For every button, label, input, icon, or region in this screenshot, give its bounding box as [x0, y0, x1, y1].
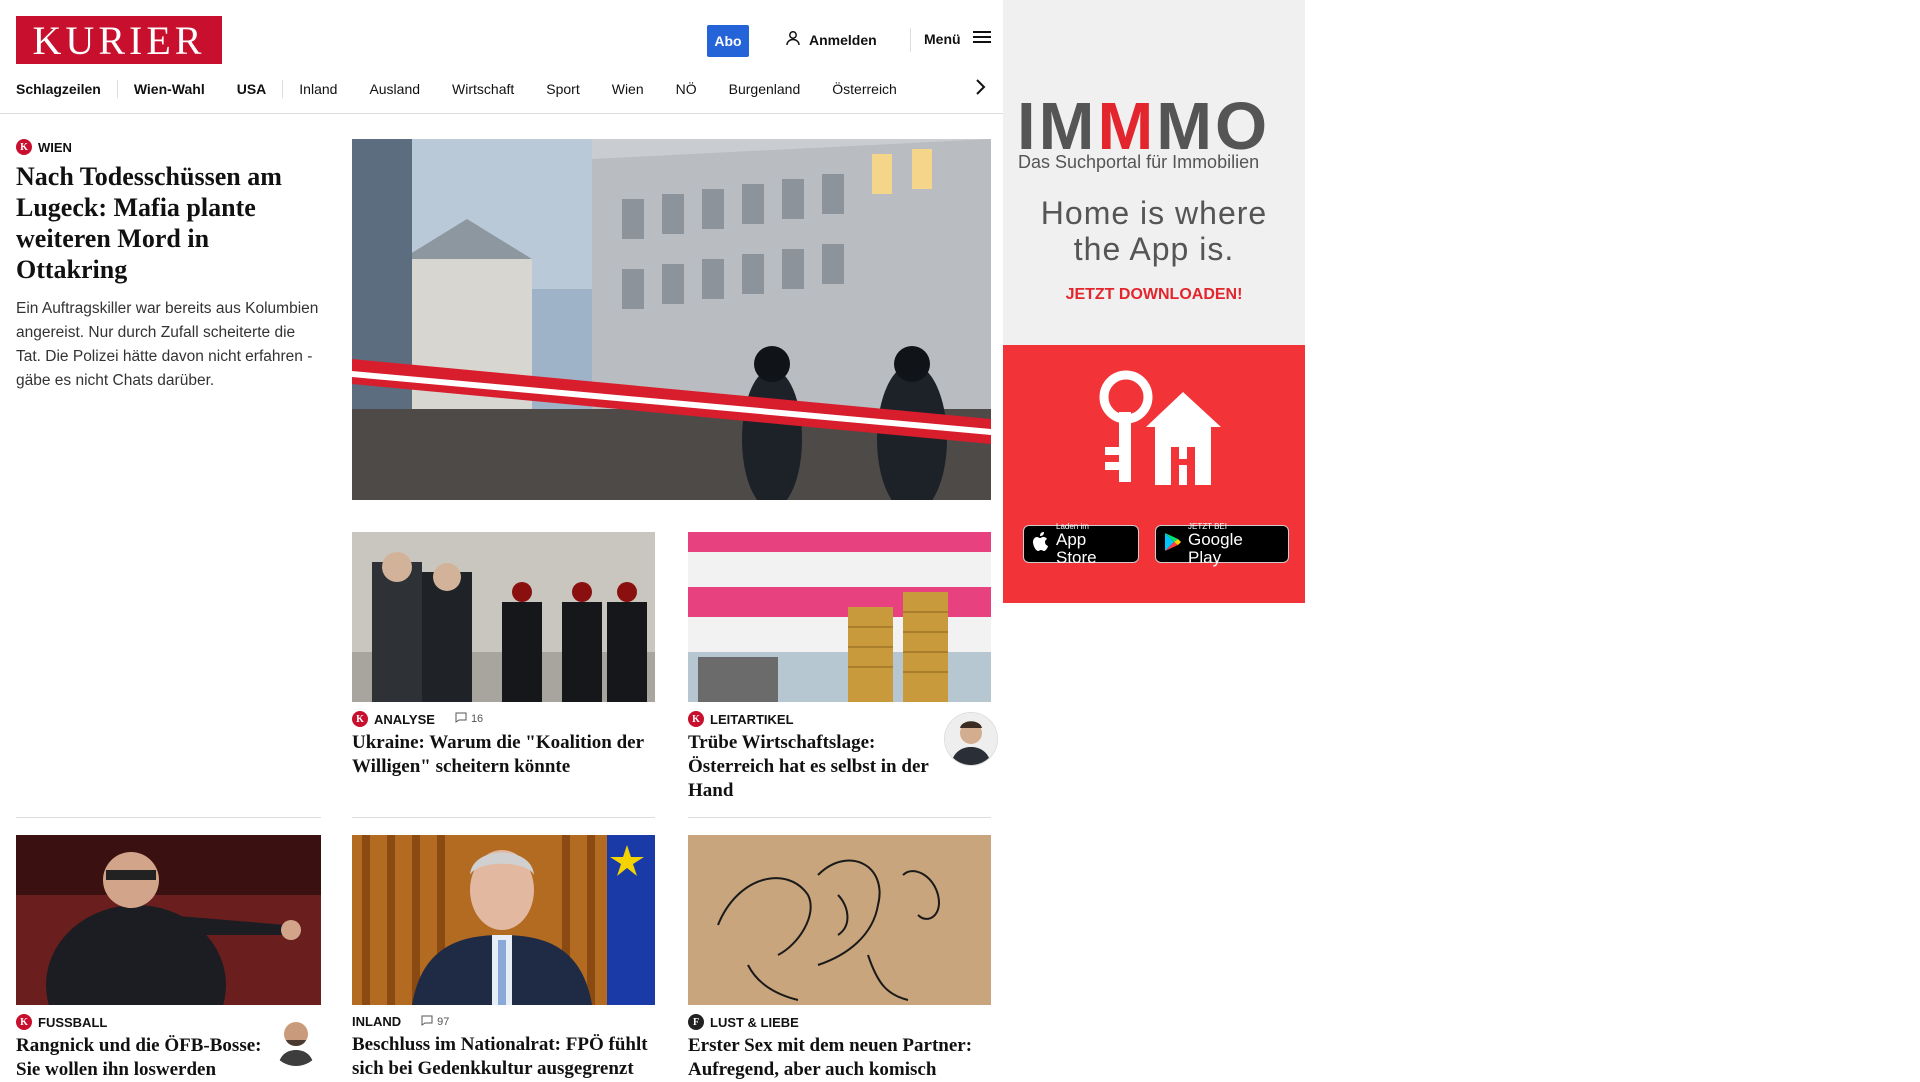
house-key-icon [1091, 367, 1221, 492]
card-fussball[interactable]: K FUSSBALL Rangnick und die ÖFB-Bosse: S… [16, 1014, 266, 1082]
ad-red-panel: Laden im App Store JETZT BEI Google Play [1003, 345, 1305, 603]
author-avatar [270, 1014, 322, 1066]
nav-item-inland[interactable]: Inland [299, 81, 337, 97]
lead-story[interactable]: K WIEN Nach Todesschüssen am Lugeck: Maf… [16, 139, 321, 393]
kurier-k-icon: K [688, 711, 704, 727]
nav-item-wien[interactable]: Wien [612, 81, 644, 97]
google-play-button[interactable]: JETZT BEI Google Play [1155, 522, 1289, 566]
card-lust-liebe[interactable]: f LUST & LIEBE Erster Sex mit dem neuen … [688, 1014, 990, 1082]
card-inland[interactable]: INLAND 97 Beschluss im Nationalrat: FPÖ … [352, 1014, 654, 1081]
card-image-lust-liebe[interactable] [688, 835, 991, 1005]
nav-item-burgenland[interactable]: Burgenland [729, 81, 801, 97]
header-divider [910, 28, 911, 52]
abo-button[interactable]: Abo [707, 25, 749, 57]
card-headline[interactable]: Ukraine: Warum die "Koalition der Willig… [352, 731, 654, 779]
nav-item-oesterreich[interactable]: Österreich [832, 81, 897, 97]
menu-button[interactable]: Menü [924, 30, 991, 47]
immmo-ad[interactable]: IMMMO Das Suchportal für Immobilien Home… [1003, 0, 1305, 603]
comment-count-value: 16 [470, 713, 484, 725]
card-kicker: f LUST & LIEBE [688, 1014, 990, 1030]
lead-image[interactable] [352, 139, 991, 500]
login-button[interactable]: Anmelden [785, 30, 877, 49]
nav-item-sport[interactable]: Sport [546, 81, 579, 97]
card-kicker: K LEITARTIKEL [688, 711, 938, 727]
card-kicker-label: ANALYSE [374, 711, 435, 727]
card-kicker: K FUSSBALL [16, 1014, 266, 1030]
card-kicker: INLAND 97 [352, 1014, 654, 1029]
lead-kicker: K WIEN [16, 139, 321, 155]
google-play-text: JETZT BEI Google Play [1188, 522, 1280, 567]
card-kicker-label: INLAND [352, 1014, 402, 1029]
card-image-fussball[interactable] [16, 835, 321, 1005]
nav-separator [282, 80, 284, 98]
kurier-logo[interactable]: KURIER [16, 16, 222, 64]
ad-headline-line: the App is. [1073, 231, 1235, 267]
lead-teaser: Ein Auftragskiller war bereits aus Kolum… [16, 300, 319, 389]
lead-headline[interactable]: Nach Todesschüssen am Lugeck: Mafia plan… [16, 161, 321, 285]
chevron-right-icon[interactable] [974, 76, 986, 102]
google-play-icon [1164, 532, 1182, 557]
comment-icon [421, 1015, 433, 1029]
card-leitartikel[interactable]: K LEITARTIKEL Trübe Wirtschaftslage: Öst… [688, 711, 938, 803]
store-big-text: App Store [1056, 529, 1097, 567]
nav-item-usa[interactable]: USA [237, 81, 267, 97]
card-headline[interactable]: Erster Sex mit dem neuen Partner: Aufreg… [688, 1034, 990, 1082]
card-kicker-label: LEITARTIKEL [710, 711, 794, 727]
author-avatar [944, 712, 998, 766]
kurier-k-icon: K [16, 139, 32, 155]
app-store-button[interactable]: Laden im App Store [1023, 522, 1139, 566]
user-icon [785, 30, 801, 49]
ad-subtitle: Das Suchportal für Immobilien [1018, 152, 1260, 172]
nav-item-ausland[interactable]: Ausland [369, 81, 420, 97]
apple-icon [1032, 531, 1050, 557]
card-headline[interactable]: Beschluss im Nationalrat: FPÖ fühlt sich… [352, 1033, 654, 1081]
nav-item-noe[interactable]: NÖ [676, 81, 697, 97]
card-kicker: K ANALYSE 16 [352, 711, 654, 727]
card-image-ukraine[interactable] [352, 532, 655, 702]
card-headline[interactable]: Trübe Wirtschaftslage: Österreich hat es… [688, 731, 938, 803]
section-nav: Schlagzeilen Wien-Wahl USA Inland Auslan… [16, 78, 996, 100]
lust-liebe-icon: f [688, 1014, 704, 1030]
row-divider [16, 817, 321, 818]
comment-count[interactable]: 16 [455, 712, 483, 726]
nav-item-wirtschaft[interactable]: Wirtschaft [452, 81, 514, 97]
card-headline[interactable]: Rangnick und die ÖFB-Bosse: Sie wollen i… [16, 1034, 266, 1082]
row-divider [352, 817, 655, 818]
login-label: Anmelden [809, 31, 877, 48]
store-big-text: Google Play [1188, 529, 1243, 567]
hamburger-icon [972, 30, 991, 47]
site-header: KURIER Abo Anmelden Menü Schlagzeilen Wi… [0, 0, 1003, 114]
comment-count-value: 97 [437, 1015, 450, 1028]
card-image-wirtschaft[interactable] [688, 532, 991, 702]
comment-count[interactable]: 97 [421, 1015, 449, 1029]
ad-headline: Home is where the App is. [1003, 195, 1305, 267]
lead-kicker-label: WIEN [38, 139, 72, 155]
app-store-text: Laden im App Store [1056, 522, 1130, 567]
card-kicker-label: FUSSBALL [38, 1014, 108, 1030]
ad-download-cta[interactable]: JETZT DOWNLOADEN! [1003, 286, 1305, 304]
card-kicker-label: LUST & LIEBE [710, 1014, 799, 1030]
card-ukraine[interactable]: K ANALYSE 16 Ukraine: Warum die "Koaliti… [352, 711, 654, 779]
kurier-k-icon: K [16, 1014, 32, 1030]
nav-separator [116, 80, 118, 98]
ad-headline-line: Home is where [1040, 195, 1268, 231]
nav-item-wien-wahl[interactable]: Wien-Wahl [134, 81, 205, 97]
nav-item-schlagzeilen[interactable]: Schlagzeilen [16, 81, 101, 97]
comment-icon [455, 712, 467, 726]
menu-label: Menü [924, 30, 961, 47]
kurier-k-icon: K [352, 711, 368, 727]
row-divider [688, 817, 991, 818]
card-image-inland[interactable] [352, 835, 655, 1005]
